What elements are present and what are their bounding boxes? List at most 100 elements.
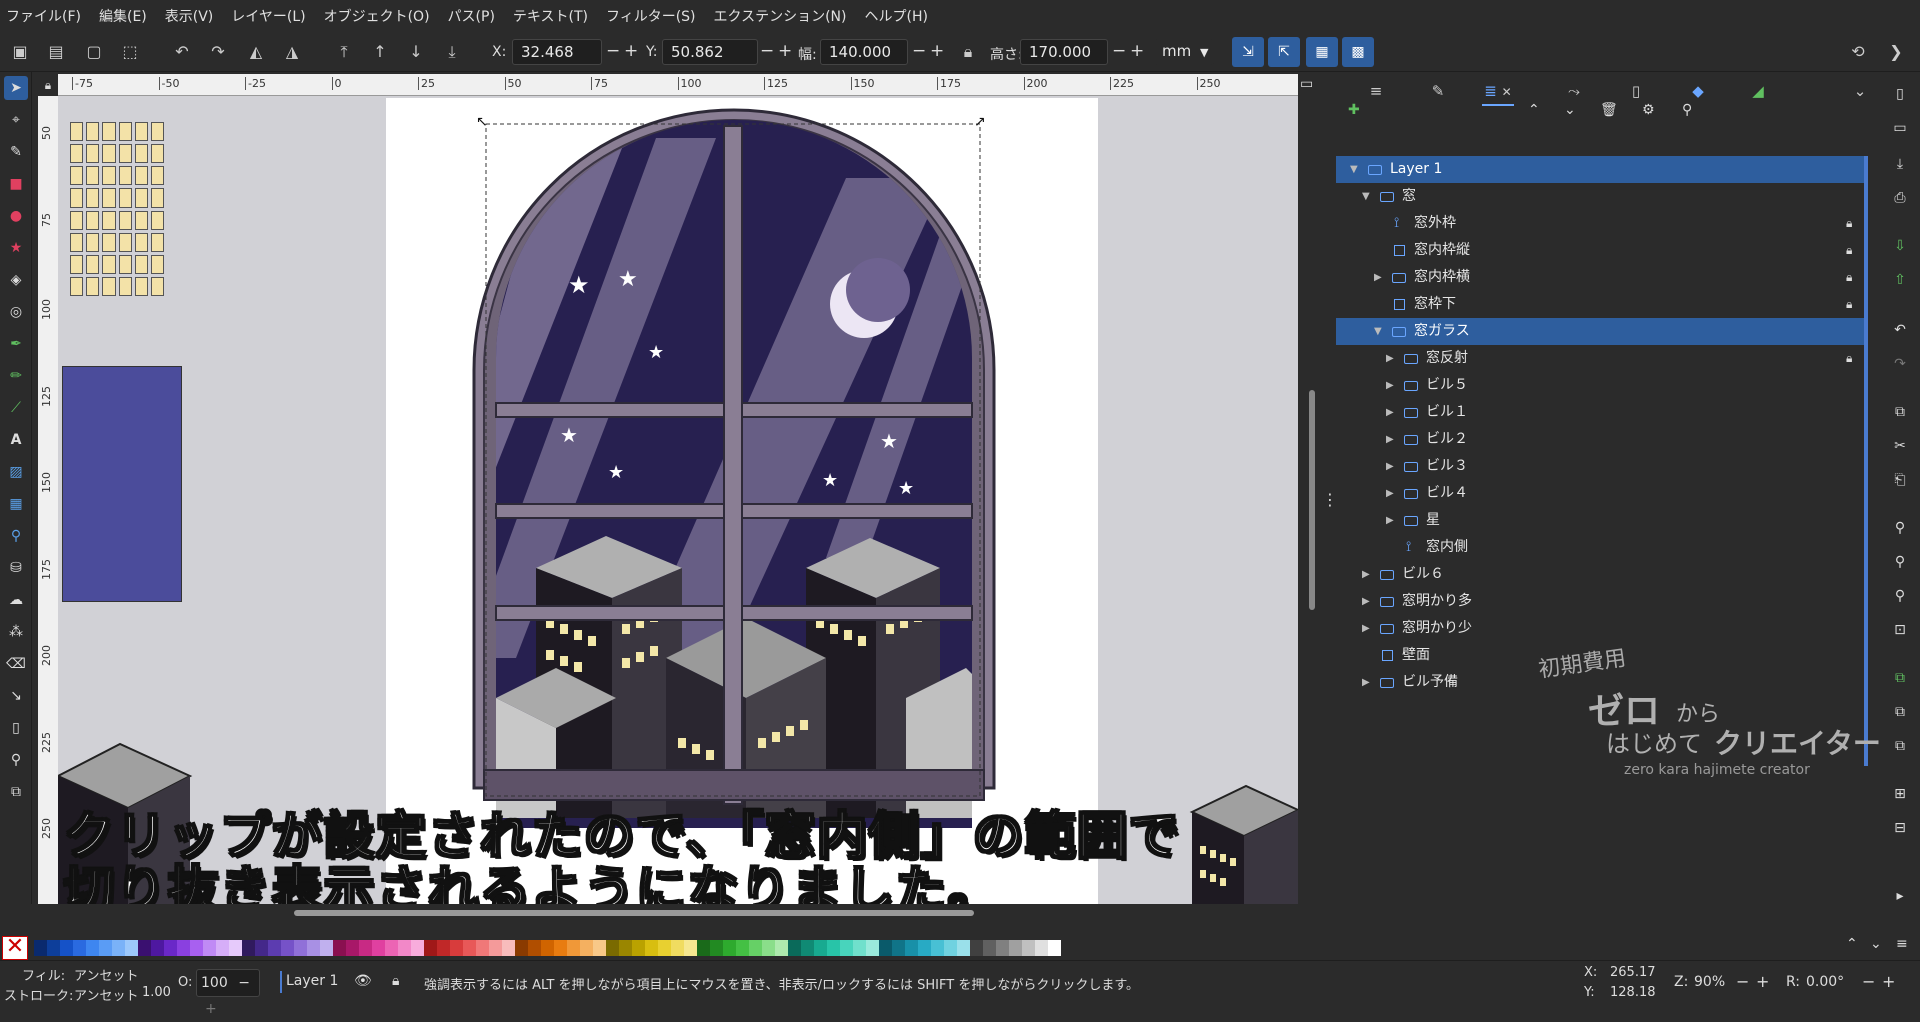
color-swatch[interactable] (827, 940, 840, 956)
more-commands-icon[interactable]: ▸ (1888, 888, 1912, 912)
expand-arrow-icon[interactable]: ▶ (1362, 588, 1370, 615)
collapse-arrow-icon[interactable]: ▼ (1374, 318, 1382, 345)
select-all-layers-icon[interactable]: ▤ (44, 40, 68, 64)
stroke-width[interactable]: 1.00 (142, 985, 171, 1000)
clone-icon[interactable]: ⧉ (1888, 704, 1912, 728)
color-swatch[interactable] (879, 940, 892, 956)
color-swatch[interactable] (723, 940, 736, 956)
canvas-vertical-scrollbar[interactable] (1306, 90, 1318, 910)
current-layer[interactable]: Layer 1 (286, 973, 338, 989)
new-document-icon[interactable]: ▯ (1888, 86, 1912, 110)
menu-item[interactable]: 表示(V) (165, 6, 214, 26)
layer-row[interactable]: ▼ 窓 (1336, 183, 1866, 210)
stroke-value[interactable]: アンセット (74, 985, 138, 1004)
color-swatch[interactable] (931, 940, 944, 956)
color-swatch[interactable] (957, 940, 970, 956)
layer-row[interactable]: ▶ ビル４ (1336, 480, 1866, 507)
ungroup-icon[interactable]: ⊟ (1888, 820, 1912, 844)
display-mode-icon[interactable]: ▭ (1300, 76, 1313, 92)
color-swatch[interactable] (203, 940, 216, 956)
cut-icon[interactable]: ✂ (1888, 438, 1912, 462)
color-swatch[interactable] (112, 940, 125, 956)
color-swatch[interactable] (281, 940, 294, 956)
color-swatch[interactable] (762, 940, 775, 956)
color-swatch[interactable] (372, 940, 385, 956)
color-swatch[interactable] (814, 940, 827, 956)
print-icon[interactable]: ⎙ (1888, 190, 1912, 214)
menu-item[interactable]: ヘルプ(H) (865, 6, 928, 26)
unlink-clone-icon[interactable]: ⧉ (1888, 738, 1912, 762)
expand-arrow-icon[interactable]: ▶ (1386, 345, 1394, 372)
tab-align-icon[interactable]: ◢ (1742, 82, 1774, 106)
commands-toggle-icon[interactable]: ❯ (1884, 40, 1908, 64)
color-swatch[interactable] (463, 940, 476, 956)
pencil-tool-icon[interactable]: ✏ (4, 364, 28, 388)
y-decrement-button[interactable]: − (760, 41, 774, 61)
menu-item[interactable]: フィルター(S) (606, 6, 696, 26)
connector-tool-icon[interactable]: ↘ (4, 684, 28, 708)
color-swatch[interactable] (970, 940, 983, 956)
color-swatch[interactable] (775, 940, 788, 956)
layer-row[interactable]: ▼ 窓ガラス (1336, 318, 1866, 345)
paste-icon[interactable]: ⎗ (1888, 472, 1912, 496)
lock-icon[interactable]: 🔒︎ (1846, 264, 1852, 291)
gradient-tool-icon[interactable]: ▨ (4, 460, 28, 484)
width-decrement-button[interactable]: − (912, 41, 926, 61)
color-swatch[interactable] (424, 940, 437, 956)
color-swatch[interactable] (177, 940, 190, 956)
color-swatch[interactable] (710, 940, 723, 956)
color-swatch[interactable] (60, 940, 73, 956)
settings-gear-icon[interactable]: ⚙ (1642, 102, 1655, 118)
color-swatch[interactable] (255, 940, 268, 956)
select-same-icon[interactable]: ⬚ (118, 40, 142, 64)
color-swatch[interactable] (892, 940, 905, 956)
color-swatch[interactable] (34, 940, 47, 956)
expand-arrow-icon[interactable]: ▶ (1386, 426, 1394, 453)
scrollbar-thumb[interactable] (1309, 390, 1315, 610)
collapse-arrow-icon[interactable]: ▼ (1362, 183, 1370, 210)
expand-arrow-icon[interactable]: ▶ (1386, 507, 1394, 534)
layer-row[interactable]: ▶ ビル５ (1336, 372, 1866, 399)
color-swatch[interactable] (749, 940, 762, 956)
color-swatch[interactable] (502, 940, 515, 956)
color-swatch[interactable] (840, 940, 853, 956)
rect-tool-icon[interactable]: ■ (4, 172, 28, 196)
layer-row[interactable]: ▶ ビル３ (1336, 453, 1866, 480)
group-icon[interactable]: ⊞ (1888, 786, 1912, 810)
color-swatch[interactable] (983, 940, 996, 956)
color-swatch[interactable] (138, 940, 151, 956)
color-swatch[interactable] (229, 940, 242, 956)
x-increment-button[interactable]: + (624, 41, 638, 61)
layer-row[interactable]: ⟟ 窓外枠 🔒︎ (1336, 210, 1866, 237)
flip-vertical-icon[interactable]: ◮ (280, 40, 304, 64)
spiral-tool-icon[interactable]: ◎ (4, 300, 28, 324)
layer-row[interactable]: ▶ ビル１ (1336, 399, 1866, 426)
height-field[interactable]: 170.000 (1020, 39, 1108, 65)
color-swatch[interactable] (632, 940, 645, 956)
undo-icon[interactable]: ↶ (1888, 322, 1912, 346)
color-swatch[interactable] (73, 940, 86, 956)
color-swatch[interactable] (333, 940, 346, 956)
color-swatch[interactable] (671, 940, 684, 956)
expand-arrow-icon[interactable]: ▶ (1386, 453, 1394, 480)
color-swatch[interactable] (476, 940, 489, 956)
layer-row[interactable]: ▶ 窓反射 🔒︎ (1336, 345, 1866, 372)
color-swatch[interactable] (944, 940, 957, 956)
flip-horizontal-icon[interactable]: ◭ (244, 40, 268, 64)
color-swatch[interactable] (801, 940, 814, 956)
menu-item[interactable]: レイヤー(L) (231, 6, 305, 26)
color-swatch[interactable] (515, 940, 528, 956)
tweak-tool-icon[interactable]: ✎ (4, 140, 28, 164)
deselect-icon[interactable]: ▢ (82, 40, 106, 64)
layer-row[interactable]: ▶ 窓明かり多 (1336, 588, 1866, 615)
lock-icon[interactable]: 🔒︎ (1846, 291, 1852, 318)
zoom-page-icon[interactable]: ⚲ (1888, 588, 1912, 612)
palette-up-icon[interactable]: ⌃ (1846, 936, 1858, 952)
color-swatch[interactable] (606, 940, 619, 956)
star-tool-icon[interactable]: ★ (4, 236, 28, 260)
color-swatch[interactable] (541, 940, 554, 956)
color-swatch[interactable] (918, 940, 931, 956)
window-illustration[interactable]: ★ ★ ★ ★ ★ ★ ★ ★ ↖ ↗ (386, 98, 1098, 904)
y-field[interactable]: 50.862 (662, 39, 758, 65)
paint-bucket-tool-icon[interactable]: ⛁ (4, 556, 28, 580)
